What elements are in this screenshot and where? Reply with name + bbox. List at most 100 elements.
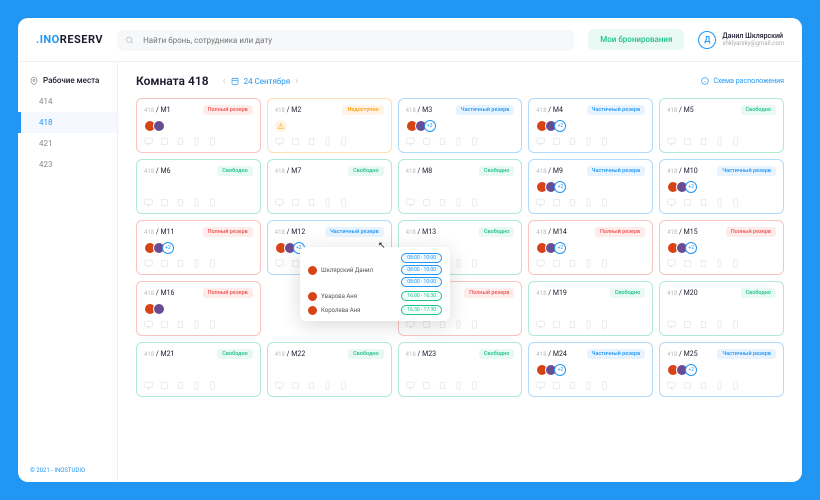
workstation-card-M3[interactable]: 418 / M3Частичный резерв+2: [398, 98, 523, 153]
more-avatars[interactable]: +2: [685, 181, 697, 193]
status-badge: Свободно: [348, 166, 384, 176]
booking-popover: ↖ Шклярский Данил08:00 - 10:0008:00 - 10…: [300, 247, 450, 321]
popover-person: Шклярский Данил: [308, 266, 373, 275]
popover-row: Шклярский Данил 08:00 - 10:00 08:00 - 10:0…: [308, 253, 442, 287]
more-avatars[interactable]: +2: [162, 242, 174, 254]
sidebar-item-421[interactable]: 421: [18, 133, 117, 154]
layout-link[interactable]: Схема расположения: [701, 77, 784, 85]
more-avatars[interactable]: +2: [554, 242, 566, 254]
workstation-card-M9[interactable]: 418 / M9Частичный резерв+2: [528, 159, 653, 214]
workstation-card-M15[interactable]: 418 / M15Полный резерв+2: [659, 220, 784, 275]
time-slot[interactable]: 08:00 - 10:00: [401, 277, 442, 287]
avatar-group: [144, 303, 253, 315]
status-badge: Полный резерв: [464, 288, 514, 298]
workstation-id: 418 / M7: [275, 167, 302, 175]
status-badge: Частичный резерв: [717, 166, 776, 176]
workstation-card-M21[interactable]: 418 / M21Свободно: [136, 342, 261, 397]
my-bookings-button[interactable]: Мои бронирования: [588, 29, 684, 50]
calendar-icon: [231, 77, 239, 85]
more-avatars[interactable]: +2: [685, 242, 697, 254]
warning-icon: ⚠: [275, 120, 287, 132]
workstation-card-M22[interactable]: 418 / M22 Свободно: [267, 342, 392, 397]
main-content: Комната 418 ‹ 24 Сентября › Схема распол…: [118, 62, 802, 482]
workstation-card-M16[interactable]: 418 / M16Полный резерв: [136, 281, 261, 336]
equipment-icons: [536, 137, 645, 146]
workstation-card-M1[interactable]: 418 / M1Полный резерв: [136, 98, 261, 153]
avatar-group: +2: [536, 364, 645, 376]
equipment-icons: [667, 259, 776, 268]
workstation-id: 418 / M5: [667, 106, 694, 114]
workstation-card-M24[interactable]: 418 / M24Частичный резерв+2: [528, 342, 653, 397]
user-menu[interactable]: Д Данил Шклярский shklyarsky@gmail.com: [698, 31, 784, 49]
app-window: .INORESERV Мои бронирования Д Данил Шкля…: [18, 18, 802, 482]
more-avatars[interactable]: +2: [554, 364, 566, 376]
status-badge: Частичный резерв: [587, 105, 646, 115]
equipment-icons: [536, 259, 645, 268]
workstation-id: 418 / M15: [667, 228, 697, 236]
sidebar-item-414[interactable]: 414: [18, 91, 117, 112]
workstation-id: 418 / M16: [144, 289, 174, 297]
status-badge: Недоступно: [342, 105, 383, 115]
more-avatars[interactable]: +2: [424, 120, 436, 132]
workstation-card-M8[interactable]: 418 / M8 Свободно: [398, 159, 523, 214]
avatar-group: +2: [667, 364, 776, 376]
equipment-icons: [144, 320, 253, 329]
workstation-id: 418 / M2: [275, 106, 302, 114]
workstation-id: 418 / M1: [144, 106, 171, 114]
workstation-card-M4[interactable]: 418 / M4Частичный резерв+2: [528, 98, 653, 153]
time-slot[interactable]: 16:30 - 17:30: [401, 305, 442, 315]
workstation-card-M19[interactable]: 418 / M19Свободно: [528, 281, 653, 336]
sidebar-item-423[interactable]: 423: [18, 154, 117, 175]
time-slot[interactable]: 08:00 - 10:00: [401, 253, 442, 263]
status-badge: Свободно: [741, 105, 777, 115]
page-title: Комната 418: [136, 74, 209, 88]
status-badge: Свободно: [217, 166, 253, 176]
workstation-id: 418 / M19: [536, 289, 566, 297]
sidebar-item-418[interactable]: 418: [18, 112, 117, 133]
equipment-icons: [406, 320, 515, 329]
workstation-id: 418 / M12: [275, 228, 305, 236]
workstation-id: 418 / M25: [667, 350, 697, 358]
workstation-card-M14[interactable]: 418 / M14Полный резерв+2: [528, 220, 653, 275]
time-slot[interactable]: 16:00 - 16:30: [401, 291, 442, 301]
workstation-card-M11[interactable]: 418 / M11Полный резерв+2: [136, 220, 261, 275]
workstation-id: 418 / M20: [667, 289, 697, 297]
workstation-card-M6[interactable]: 418 / M6Свободно: [136, 159, 261, 214]
status-badge: Свободно: [217, 349, 253, 359]
chevron-right-icon[interactable]: ›: [295, 76, 298, 87]
workstation-id: 418 / M10: [667, 167, 697, 175]
status-badge: Полный резерв: [595, 227, 645, 237]
popover-row: Уварова Аня16:00 - 16:30: [308, 291, 442, 301]
chevron-left-icon[interactable]: ‹: [223, 76, 226, 87]
workstation-card-M2[interactable]: 418 / M2 Недоступно ⚠: [267, 98, 392, 153]
equipment-icons: [406, 137, 515, 146]
workstation-card-M10[interactable]: 418 / M10 Частичный резерв +2: [659, 159, 784, 214]
info-icon: [701, 77, 709, 85]
more-avatars[interactable]: +2: [554, 120, 566, 132]
workstation-card-M20[interactable]: 418 / M20Свободно: [659, 281, 784, 336]
equipment-icons: [667, 381, 776, 390]
equipment-icons: [144, 198, 253, 207]
search-input[interactable]: [117, 30, 574, 51]
status-badge: Свободно: [348, 349, 384, 359]
more-avatars[interactable]: +2: [554, 181, 566, 193]
date-picker[interactable]: ‹ 24 Сентября ›: [223, 76, 299, 87]
workstation-card-M23[interactable]: 418 / M23Свободно: [398, 342, 523, 397]
status-badge: Частичный резерв: [456, 105, 515, 115]
logo[interactable]: .INORESERV: [36, 33, 103, 46]
avatar-group: +2: [536, 120, 645, 132]
status-badge: Полный резерв: [203, 227, 253, 237]
workstation-id: 418 / M22: [275, 350, 305, 358]
time-slot[interactable]: 08:00 - 10:00: [401, 265, 442, 275]
equipment-icons: [536, 381, 645, 390]
pin-icon: [30, 77, 38, 85]
workstation-card-M25[interactable]: 418 / M25Частичный резерв+2: [659, 342, 784, 397]
workstation-card-M5[interactable]: 418 / M5 Свободно: [659, 98, 784, 153]
equipment-icons: [275, 137, 384, 146]
workstation-id: 418 / M8: [406, 167, 433, 175]
workstation-card-M7[interactable]: 418 / M7 Свободно: [267, 159, 392, 214]
avatar-group: +2: [406, 120, 515, 132]
status-badge: Свободно: [479, 166, 515, 176]
avatar: [308, 266, 317, 275]
more-avatars[interactable]: +2: [685, 364, 697, 376]
